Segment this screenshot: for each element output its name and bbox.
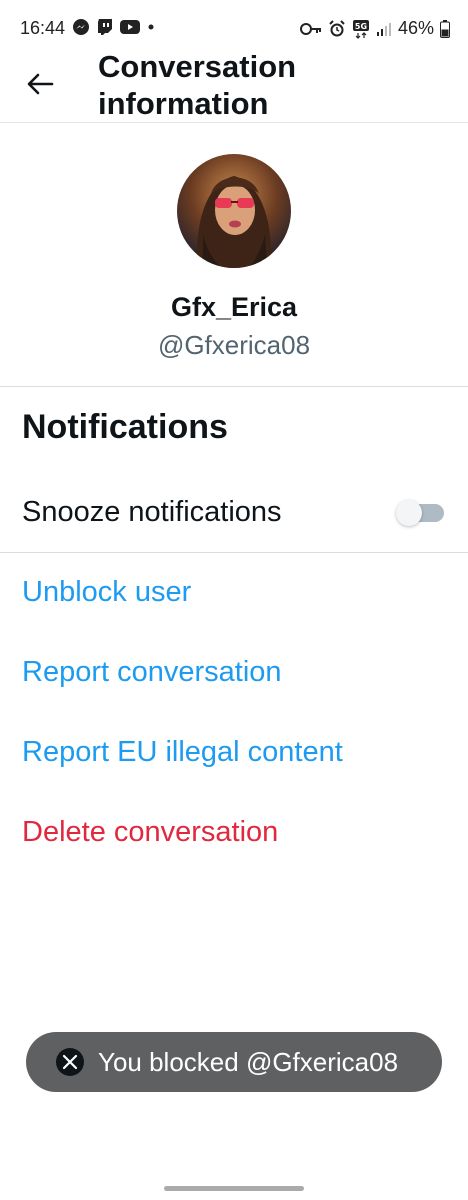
alarm-icon (328, 19, 346, 38)
network-type-label: 5G (355, 22, 367, 31)
snooze-notifications-row[interactable]: Snooze notifications (0, 472, 468, 553)
page-title: Conversation information (98, 49, 297, 121)
report-eu-illegal-content-button[interactable]: Report EU illegal content (22, 736, 343, 769)
toggle-thumb (396, 500, 422, 526)
status-time: 16:44 (20, 18, 66, 38)
arrow-left-icon (27, 73, 54, 95)
toast-message: You blocked @Gfxerica08 (98, 1046, 399, 1077)
youtube-icon (120, 19, 140, 35)
delete-conversation-button[interactable]: Delete conversation (22, 816, 278, 849)
x-logo-icon (56, 1048, 84, 1076)
back-button[interactable] (22, 66, 58, 102)
5g-icon: 5G (352, 19, 370, 39)
signal-icon (376, 21, 392, 37)
avatar[interactable] (177, 154, 291, 268)
notification-icons (72, 18, 156, 36)
profile-section: Gfx_Erica @Gfxerica08 (0, 122, 468, 387)
vpn-key-icon (299, 22, 322, 36)
battery-icon (440, 19, 450, 38)
home-gesture-bar[interactable] (164, 1186, 304, 1191)
report-conversation-button[interactable]: Report conversation (22, 656, 282, 689)
messenger-icon (72, 18, 90, 36)
display-name: Gfx_Erica (170, 292, 298, 322)
dot-icon (146, 22, 156, 32)
unblock-user-button[interactable]: Unblock user (22, 576, 191, 609)
twitch-icon (96, 18, 114, 36)
snooze-notifications-toggle[interactable] (396, 500, 444, 526)
top-app-bar: Conversation information (0, 40, 468, 123)
user-handle: @Gfxerica08 (157, 330, 311, 360)
system-icons: 5G 46% (299, 18, 450, 39)
battery-percentage: 46% (397, 18, 434, 38)
snooze-notifications-label: Snooze notifications (22, 496, 282, 528)
notifications-heading: Notifications (22, 408, 228, 446)
toast-snackbar: You blocked @Gfxerica08 (26, 1032, 442, 1092)
